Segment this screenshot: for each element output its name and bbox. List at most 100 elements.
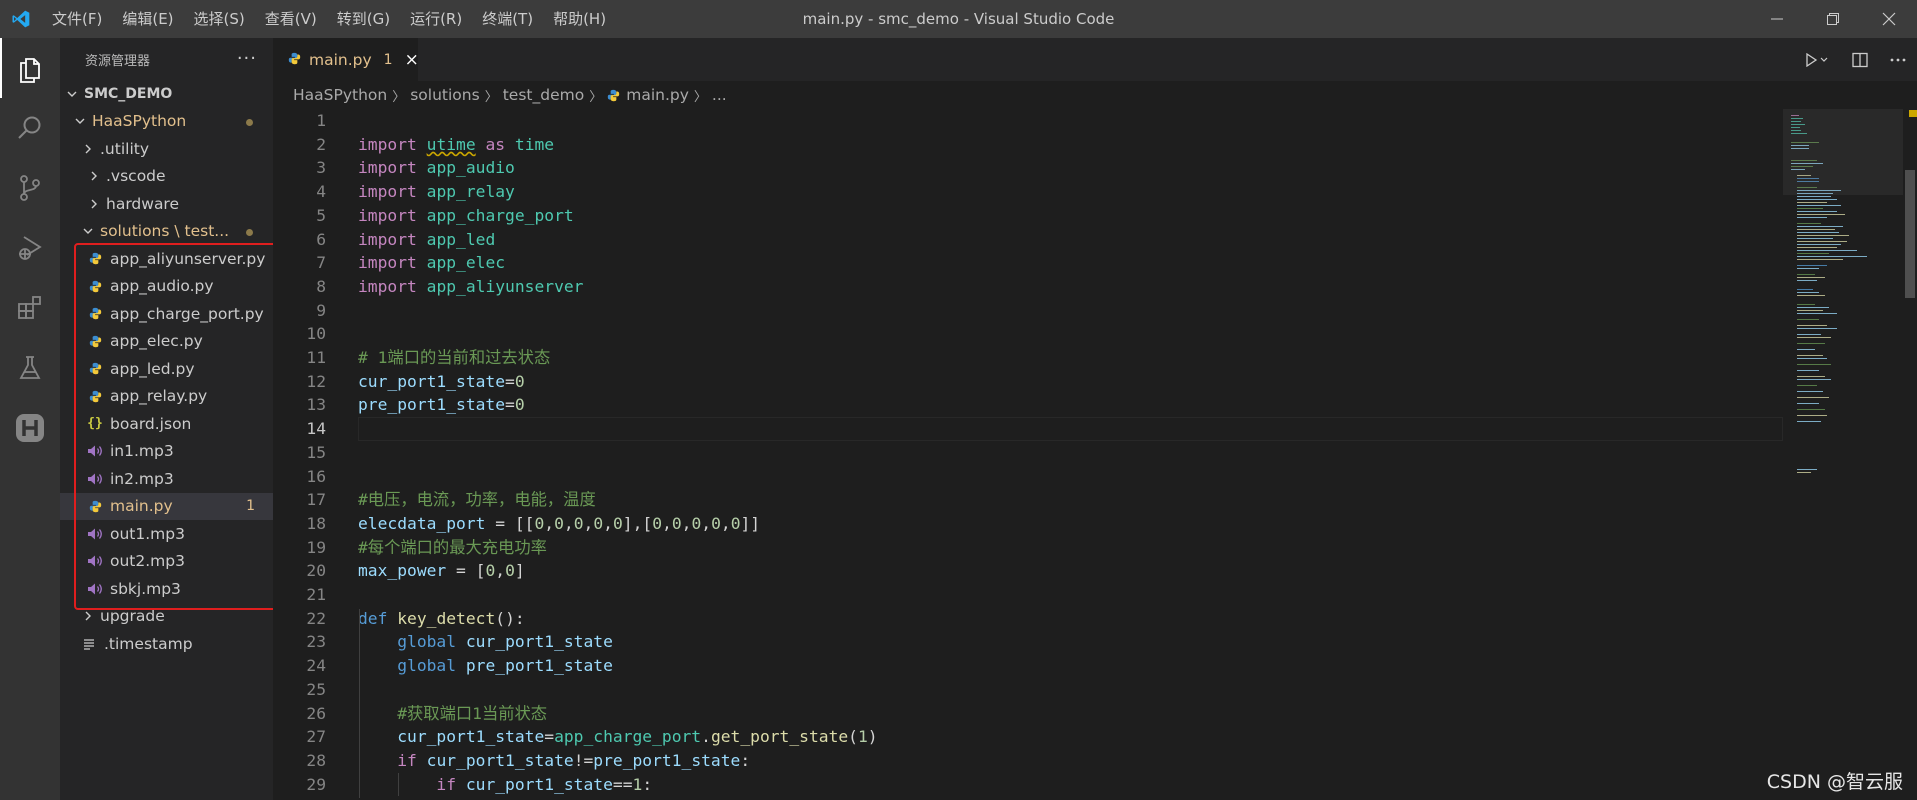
minimize-icon[interactable] [1749,0,1805,38]
code-line[interactable]: 15 [273,441,1783,465]
minimap-line [1797,328,1837,330]
code-line[interactable]: 9 [273,299,1783,323]
minimap-viewport[interactable] [1783,109,1903,195]
folder-hardware[interactable]: hardware [60,190,273,218]
menu-file[interactable]: 文件(F) [42,0,112,38]
folder-utility[interactable]: .utility [60,135,273,163]
file-app-led-py[interactable]: app_led.py [60,355,273,383]
code-line[interactable]: 13 pre_port1_state=0 [273,393,1783,417]
menu-selection[interactable]: 选择(S) [184,0,255,38]
code-line[interactable]: 28 if cur_port1_state!=pre_port1_state: [273,749,1783,773]
minimap-line [1797,208,1823,210]
file-timestamp[interactable]: .timestamp [60,630,273,658]
code-text: cur_port1_state=app_charge_port.get_port… [358,725,877,749]
file-app-relay-py[interactable]: app_relay.py [60,383,273,411]
extensions-icon[interactable] [0,278,60,338]
file-in1-mp3[interactable]: in1.mp3 [60,438,273,466]
code-token: app_elec [426,253,506,273]
split-editor-icon[interactable] [1841,38,1879,81]
workspace-root[interactable]: SMC_DEMO [60,80,273,108]
code-line[interactable]: 25 [273,678,1783,702]
code-line[interactable]: 19 #每个端口的最大充电功率 [273,536,1783,560]
code-line[interactable]: 6 import app_led [273,228,1783,252]
file-app-charge-port-py[interactable]: app_charge_port.py [60,300,273,328]
code-token: 0 [514,371,525,391]
menu-run[interactable]: 运行(R) [400,0,472,38]
scrollbar-thumb[interactable] [1905,170,1915,298]
code-line[interactable]: 1 [273,109,1783,133]
line-number: 27 [306,727,326,747]
code-line[interactable]: 24 global pre_port1_state [273,654,1783,678]
code-token: elecdata_port [358,513,486,533]
code-line[interactable]: 29 if cur_port1_state==1: [273,773,1783,797]
code-editor[interactable]: 1 2 import utime as time 3 import app_audio 4… [273,109,1783,800]
close-tab-icon[interactable]: × [405,50,419,70]
breadcrumb-item[interactable]: ... [712,86,727,104]
run-python-icon[interactable] [1793,38,1841,81]
file-out1-mp3[interactable]: out1.mp3 [60,520,273,548]
more-actions-icon[interactable]: ··· [237,48,257,69]
code-line[interactable]: 2 import utime as time [273,133,1783,157]
code-line[interactable]: 12 cur_port1_state=0 [273,370,1783,394]
code-line[interactable]: 11 # 1端口的当前和过去状态 [273,346,1783,370]
code-line[interactable]: 7 import app_elec [273,251,1783,275]
testing-flask-icon[interactable] [0,338,60,398]
file-out2-mp3[interactable]: out2.mp3 [60,548,273,576]
close-window-icon[interactable] [1861,0,1917,38]
menu-bar: 文件(F) 编辑(E) 选择(S) 查看(V) 转到(G) 运行(R) 终端(T… [42,0,616,38]
file-sbkj-mp3[interactable]: sbkj.mp3 [60,575,273,603]
code-line[interactable]: 16 [273,465,1783,489]
minimap-line [1797,364,1831,366]
breadcrumb-item[interactable]: HaaSPython [293,86,387,104]
file-in2-mp3[interactable]: in2.mp3 [60,465,273,493]
folder-solutions-test[interactable]: solutions \ test... [60,218,273,246]
search-icon[interactable] [0,98,60,158]
menu-edit[interactable]: 编辑(E) [112,0,183,38]
file-app-audio-py[interactable]: app_audio.py [60,273,273,301]
code-line[interactable]: 22 def key_detect(): [273,607,1783,631]
code-line[interactable]: 14 [273,417,1783,441]
code-line[interactable]: 26 #获取端口1当前状态 [273,702,1783,726]
tab-main-py[interactable]: main.py 1 × [273,38,419,81]
code-line[interactable]: 21 [273,583,1783,607]
breadcrumb-item[interactable]: main.py [626,86,689,104]
files-icon[interactable] [0,38,60,98]
run-debug-icon[interactable] [0,218,60,278]
file-app-aliyunserver-py[interactable]: app_aliyunserver.py [60,245,273,273]
file-board-json[interactable]: {} board.json [60,410,273,438]
code-line[interactable]: 17 #电压，电流，功率，电能，温度 [273,488,1783,512]
code-line[interactable]: 8 import app_aliyunserver [273,275,1783,299]
folder-haaspython[interactable]: HaaSPython [60,108,273,136]
code-line[interactable]: 3 import app_audio [273,156,1783,180]
code-line[interactable]: 27 cur_port1_state=app_charge_port.get_p… [273,725,1783,749]
breadcrumb-item[interactable]: solutions [410,86,479,104]
minimap-line [1797,250,1857,252]
folder-upgrade[interactable]: upgrade [60,603,273,631]
minimap[interactable] [1783,109,1903,800]
code-line[interactable]: 5 import app_charge_port [273,204,1783,228]
haas-icon[interactable] [0,398,60,458]
breadcrumb-item[interactable]: test_demo [503,86,584,104]
menu-terminal[interactable]: 终端(T) [472,0,543,38]
menu-help[interactable]: 帮助(H) [543,0,616,38]
code-line[interactable]: 18 elecdata_port = [[0,0,0,0,0],[0,0,0,0,… [273,512,1783,536]
minimap-line [1797,355,1823,357]
code-line[interactable]: 4 import app_relay [273,180,1783,204]
code-line[interactable]: 10 [273,322,1783,346]
file-app-elec-py[interactable]: app_elec.py [60,328,273,356]
code-line[interactable]: 23 global cur_port1_state [273,630,1783,654]
folder-vscode[interactable]: .vscode [60,163,273,191]
code-token: = [ [446,561,486,581]
tab-problem-count: 1 [383,51,393,68]
menu-view[interactable]: 查看(V) [255,0,327,38]
file-main-py[interactable]: main.py 1 [60,492,273,520]
menu-go[interactable]: 转到(G) [327,0,400,38]
minimap-line [1797,259,1843,261]
restore-icon[interactable] [1805,0,1861,38]
code-line[interactable]: 20 max_power = [0,0] [273,559,1783,583]
more-editor-actions-icon[interactable] [1879,38,1917,81]
code-token: as [485,134,506,154]
source-control-icon[interactable] [0,158,60,218]
code-text: #获取端口1当前状态 [358,702,547,726]
